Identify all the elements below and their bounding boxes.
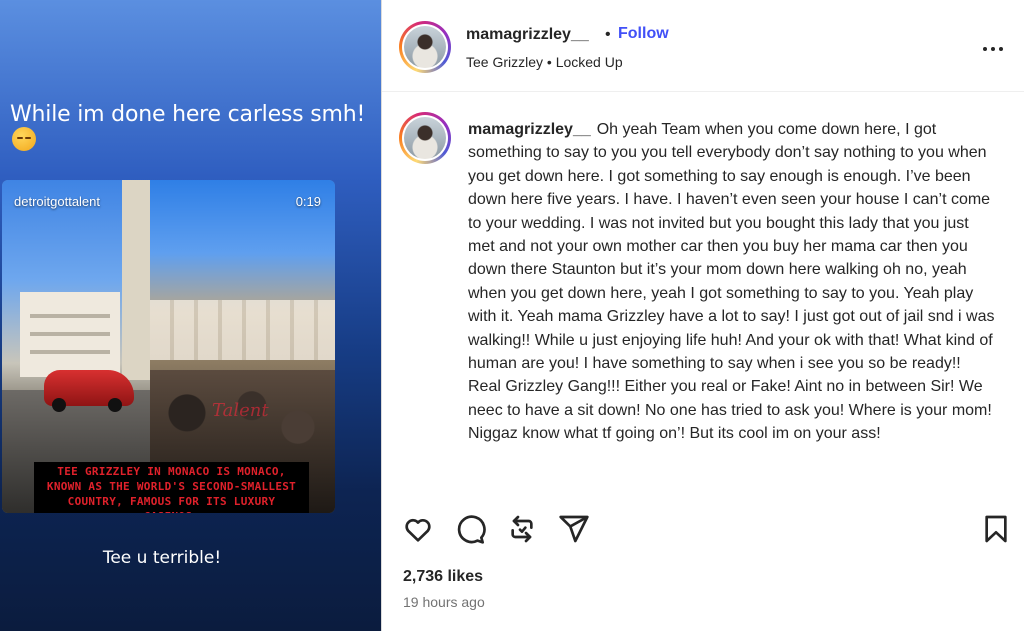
audio-label[interactable]: Tee Grizzley • Locked Up xyxy=(466,54,623,70)
avatar-image xyxy=(404,26,446,68)
comment-icon[interactable] xyxy=(454,513,486,545)
caption-text: mamagrizzley__ Oh yeah Team when you come… xyxy=(468,118,998,446)
red-car xyxy=(44,370,134,412)
building xyxy=(122,180,150,380)
story-footer-text: Tee u terrible! xyxy=(102,548,222,568)
avatar-image xyxy=(404,117,446,159)
follow-button[interactable]: Follow xyxy=(618,25,669,43)
video-watermark: Talent xyxy=(212,400,269,421)
video-account-label: detroitgottalent xyxy=(14,194,101,209)
post-header: mamagrizzley__ • Follow Tee Grizzley • L… xyxy=(382,0,1024,92)
caption-comment: mamagrizzley__ Oh yeah Team when you come… xyxy=(382,92,1024,497)
avatar[interactable] xyxy=(399,21,451,73)
separator-dot: • xyxy=(605,26,611,43)
heart-icon[interactable] xyxy=(402,513,434,545)
post-panel: mamagrizzley__ • Follow Tee Grizzley • L… xyxy=(381,0,1024,631)
likes-count[interactable]: 2,736 likes xyxy=(403,568,483,586)
caption-username-link[interactable]: mamagrizzley__ xyxy=(468,121,591,138)
story-caption: While im done here carless smh! xyxy=(10,102,381,153)
video-duration: 0:19 xyxy=(295,194,321,209)
bookmark-icon[interactable] xyxy=(980,513,1012,545)
avatar[interactable] xyxy=(399,112,451,164)
more-options-icon[interactable] xyxy=(980,36,1006,56)
action-bar xyxy=(382,497,1024,557)
building xyxy=(20,292,120,377)
terrace xyxy=(150,300,335,360)
caption-body: Oh yeah Team when you come down here, I … xyxy=(468,121,995,443)
repost-icon[interactable] xyxy=(506,513,538,545)
post-timestamp[interactable]: 19 hours ago xyxy=(403,594,485,610)
username-link[interactable]: mamagrizzley__ xyxy=(466,26,589,44)
pensive-face-emoji-icon xyxy=(12,127,36,151)
share-icon[interactable] xyxy=(558,513,590,545)
story-media: While im done here carless smh! Talent d… xyxy=(0,0,381,631)
video-player[interactable]: Talent detroitgottalent 0:19 TEE GRIZZLE… xyxy=(2,180,335,513)
video-subtitle: TEE GRIZZLEY IN MONACO IS MONACO, KNOWN … xyxy=(34,462,309,513)
